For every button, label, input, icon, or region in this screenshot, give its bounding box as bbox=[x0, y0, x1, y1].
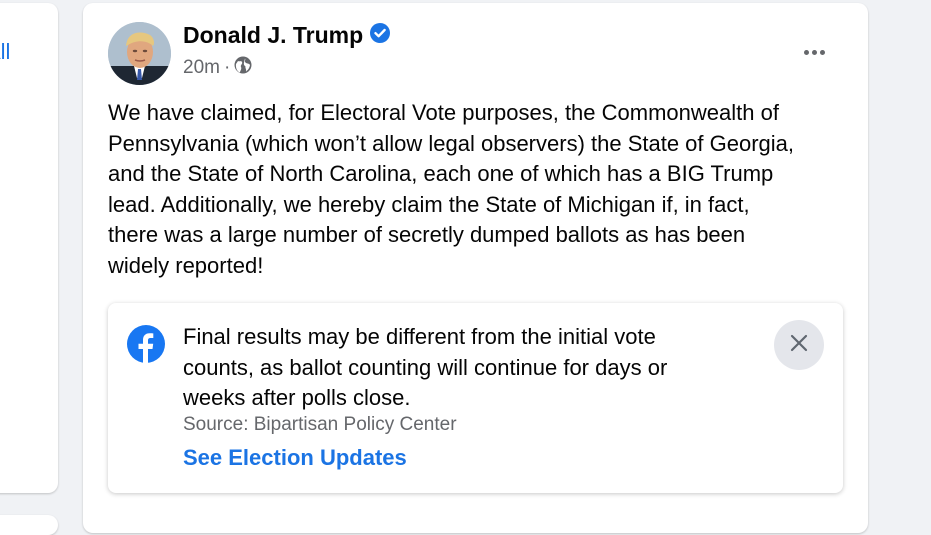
election-info-label: Final results may be different from the … bbox=[108, 303, 843, 493]
info-text-line: Final results may be different from the … bbox=[183, 324, 656, 349]
see-election-updates-link[interactable]: See Election Updates bbox=[183, 445, 407, 471]
post-meta: 20m · bbox=[183, 56, 252, 80]
close-info-button[interactable] bbox=[774, 320, 824, 370]
post-timestamp[interactable]: 20m bbox=[183, 57, 220, 79]
avatar-image bbox=[108, 22, 171, 85]
post-body: We have claimed, for Electoral Vote purp… bbox=[108, 98, 848, 281]
author-avatar[interactable] bbox=[108, 22, 171, 85]
post-text-line: widely reported! bbox=[108, 252, 264, 278]
meta-separator: · bbox=[223, 57, 231, 78]
post-text-line: there was a large number of secretly dum… bbox=[108, 222, 746, 247]
left-sidebar-card: All f bbox=[0, 3, 58, 493]
more-dot bbox=[811, 49, 817, 55]
globe-icon[interactable] bbox=[234, 56, 252, 80]
post-text-line: and the State of North Carolina, each on… bbox=[108, 161, 774, 186]
see-all-link[interactable]: All bbox=[0, 39, 10, 65]
post-author: Donald J. Trump bbox=[183, 22, 391, 49]
info-text-line: weeks after polls close. bbox=[183, 385, 411, 410]
facebook-logo-icon bbox=[127, 325, 165, 363]
verified-badge-icon bbox=[370, 23, 391, 48]
info-text-line: counts, as ballot counting will continue… bbox=[183, 354, 668, 380]
post-text-line: lead. Additionally, we hereby claim the … bbox=[108, 191, 750, 217]
left-sidebar-card-next bbox=[0, 515, 58, 535]
more-dot bbox=[819, 49, 825, 55]
more-options-icon[interactable] bbox=[797, 37, 831, 67]
close-icon bbox=[789, 333, 809, 358]
info-source: Source: Bipartisan Policy Center bbox=[183, 414, 457, 435]
info-message: Final results may be different from the … bbox=[183, 322, 743, 414]
author-name[interactable]: Donald J. Trump bbox=[183, 22, 363, 49]
post-card: Donald J. Trump 20m · We have claimed, f… bbox=[83, 3, 868, 533]
post-text-line: Pennsylvania (which won’t allow legal ob… bbox=[108, 130, 795, 156]
more-dot bbox=[803, 49, 809, 55]
post-text-line: We have claimed, for Electoral Vote purp… bbox=[108, 100, 779, 125]
